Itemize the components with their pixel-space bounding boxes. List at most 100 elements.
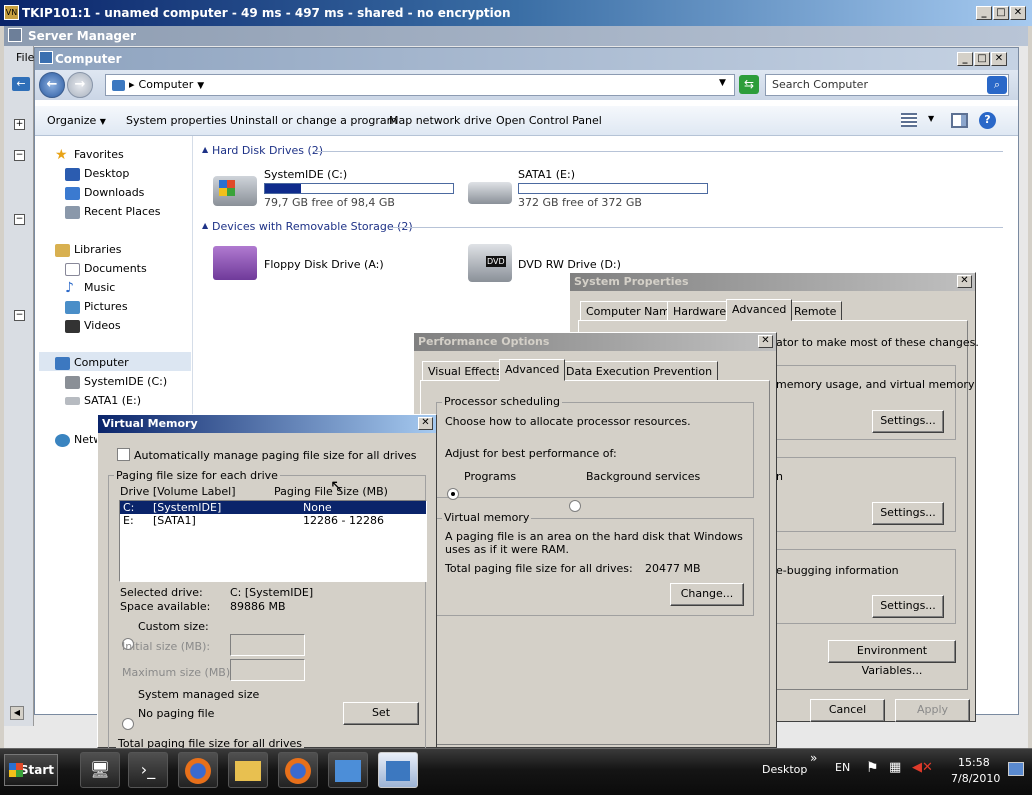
help-icon[interactable]: ? [979,112,996,129]
language-indicator[interactable]: EN [835,761,850,774]
set-button[interactable]: Set [343,702,419,725]
maximize-button[interactable]: □ [993,6,1009,20]
drive-list[interactable]: C: [SystemIDE] None E: [SATA1] 12286 - 1… [119,500,427,582]
forward-button[interactable]: → [67,72,93,98]
nav-recent-places[interactable]: Recent Places [65,205,161,219]
search-icon[interactable]: ⌕ [987,76,1007,94]
powershell-taskbar-icon[interactable]: ›_ [128,752,168,788]
nav-systemide-drive[interactable]: SystemIDE (C:) [65,375,167,389]
action-center-flag-icon[interactable]: ⚑ [866,760,879,776]
explorer-minimize-button[interactable]: _ [957,52,973,66]
apply-button[interactable]: Apply [895,699,970,722]
firefox-taskbar-icon[interactable] [178,752,218,788]
nav-favorites[interactable]: ★ Favorites [55,148,124,162]
preview-pane-icon[interactable] [951,113,968,128]
nav-desktop[interactable]: Desktop [65,167,129,181]
environment-variables-button[interactable]: Environment Variables... [828,640,956,677]
tree-collapse-icon[interactable]: − [14,150,25,161]
drive-c-name[interactable]: SystemIDE (C:) [264,168,347,181]
tab-hardware[interactable]: Hardware [667,301,733,321]
background-services-radio[interactable] [569,500,581,512]
nav-libraries[interactable]: Libraries [55,243,122,257]
auto-manage-label[interactable]: Automatically manage paging file size fo… [134,449,417,462]
programs-radio[interactable] [447,488,459,500]
maximum-size-input[interactable] [230,659,305,681]
volume-muted-icon[interactable]: ◀✕ [912,760,933,775]
background-services-label[interactable]: Background services [586,470,700,483]
drive-list-row[interactable]: E: [SATA1] 12286 - 12286 [120,514,426,527]
breadcrumb-computer[interactable]: Computer [139,78,194,91]
dvd-drive-icon[interactable]: DVD [468,244,512,282]
open-control-panel-button[interactable]: Open Control Panel [496,114,602,127]
system-properties-button[interactable]: System properties [126,114,227,127]
initial-size-input[interactable] [230,634,305,656]
explorer-close-button[interactable]: ✕ [991,52,1007,66]
firefox-taskbar-icon[interactable] [278,752,318,788]
address-history-icon[interactable]: ▼ [719,78,726,88]
system-managed-radio[interactable] [122,718,134,730]
system-drive-icon[interactable] [213,176,257,206]
profiles-settings-button[interactable]: Settings... [872,502,944,525]
nav-videos[interactable]: Videos [65,319,121,333]
clock-time[interactable]: 15:58 [958,756,990,769]
nav-sata1-drive[interactable]: SATA1 (E:) [65,394,141,407]
server-manager-file-menu[interactable]: File [16,51,34,64]
uninstall-program-button[interactable]: Uninstall or change a program [230,114,397,127]
system-properties-close-button[interactable]: ✕ [957,275,972,288]
drive-list-row-selected[interactable]: C: [SystemIDE] None [120,501,426,514]
tab-data-execution-prevention[interactable]: Data Execution Prevention [560,361,719,381]
system-managed-label[interactable]: System managed size [138,688,259,701]
tree-collapse-icon[interactable]: − [14,310,25,321]
no-paging-file-label[interactable]: No paging file [138,707,214,720]
group-collapse-icon[interactable]: ▲ [202,221,208,230]
address-bar[interactable]: ▸ Computer ▼ [105,74,735,96]
group-hard-disk-drives[interactable]: Hard Disk Drives (2) [212,144,323,157]
tree-collapse-icon[interactable]: − [14,214,25,225]
computer-taskbar-icon[interactable] [378,752,418,788]
dvd-drive-name[interactable]: DVD RW Drive (D:) [518,258,621,271]
toolbar-expand-icon[interactable]: » [810,751,817,765]
map-network-drive-button[interactable]: Map network drive [389,114,492,127]
scroll-left-button[interactable]: ◀ [10,706,24,720]
group-removable-storage[interactable]: Devices with Removable Storage (2) [212,220,413,233]
nav-pictures[interactable]: Pictures [65,300,128,314]
tab-perf-advanced[interactable]: Advanced [499,359,566,381]
organize-button[interactable]: Organize ▼ [47,114,106,127]
custom-size-label[interactable]: Custom size: [138,620,209,633]
start-button[interactable]: Start [4,754,58,786]
views-dropdown-icon[interactable]: ▼ [928,114,934,123]
search-input[interactable]: Search Computer [765,74,1009,96]
tab-advanced[interactable]: Advanced [726,299,793,321]
drive-e-icon[interactable] [468,182,512,204]
nav-documents[interactable]: Documents [65,262,147,276]
show-desktop-icon[interactable] [1008,762,1024,776]
desktop-toolbar-label[interactable]: Desktop [762,763,807,776]
virtual-memory-close-button[interactable]: ✕ [418,417,433,430]
group-collapse-icon[interactable]: ▲ [202,145,208,154]
views-icon[interactable] [901,113,917,127]
floppy-drive-name[interactable]: Floppy Disk Drive (A:) [264,258,384,271]
refresh-icon[interactable]: ⇆ [739,75,759,94]
nav-downloads[interactable]: Downloads [65,186,144,200]
tab-remote[interactable]: Remote [788,301,843,321]
startup-settings-button[interactable]: Settings... [872,595,944,618]
change-button[interactable]: Change... [670,583,744,606]
explorer-taskbar-icon[interactable] [228,752,268,788]
network-taskbar-icon[interactable] [328,752,368,788]
nav-music[interactable]: ♪ Music [65,281,115,295]
minimize-button[interactable]: _ [976,6,992,20]
chevron-down-icon[interactable]: ▼ [197,81,204,91]
close-button[interactable]: ✕ [1010,6,1026,20]
performance-options-close-button[interactable]: ✕ [758,335,773,348]
nav-computer[interactable]: Computer [55,356,129,370]
back-button[interactable]: ← [39,72,65,98]
explorer-maximize-button[interactable]: □ [974,52,990,66]
tab-visual-effects[interactable]: Visual Effects [422,361,508,381]
drive-e-name[interactable]: SATA1 (E:) [518,168,575,181]
programs-label[interactable]: Programs [464,470,516,483]
floppy-drive-icon[interactable] [213,246,257,280]
network-tray-icon[interactable]: ▦ [889,760,901,775]
cancel-button[interactable]: Cancel [810,699,885,722]
server-manager-taskbar-icon[interactable]: 🖥 [80,752,120,788]
performance-settings-button[interactable]: Settings... [872,410,944,433]
